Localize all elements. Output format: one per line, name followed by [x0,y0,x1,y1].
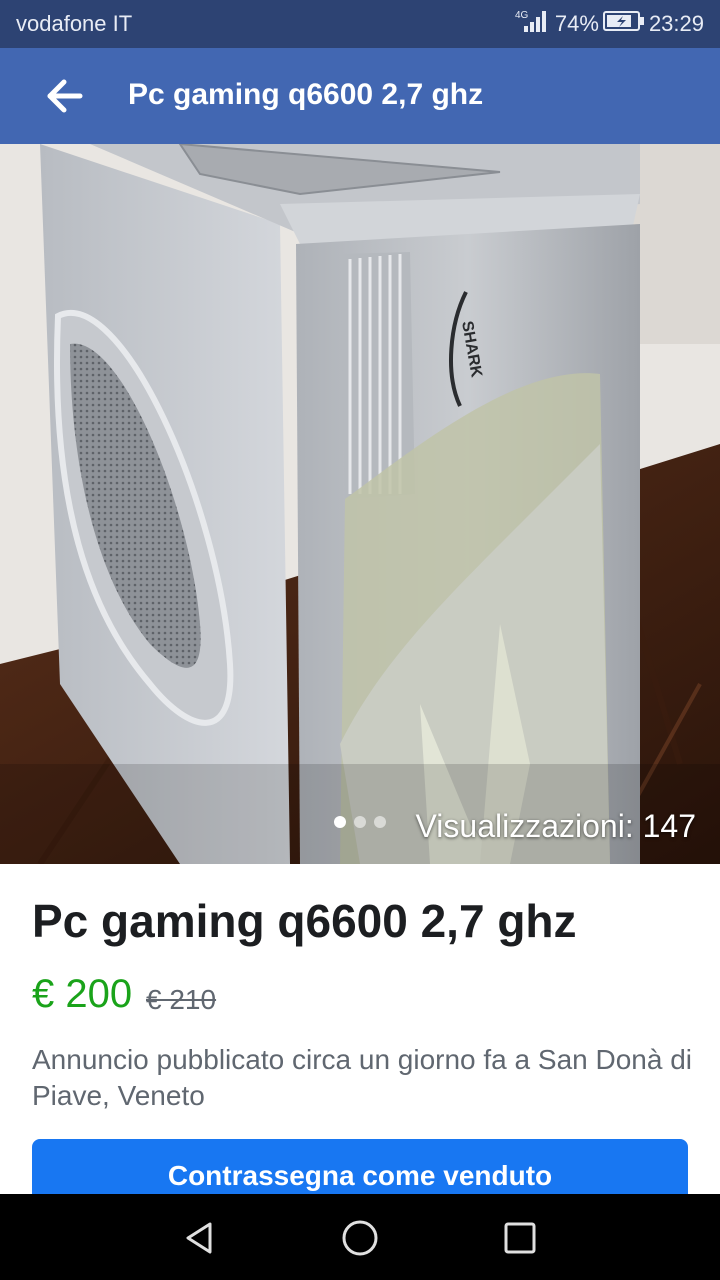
listing-price: € 200 [32,972,133,1016]
status-bar: vodafone IT 4G 74% 23:29 [0,0,720,48]
back-triangle-icon[interactable] [178,1216,222,1260]
listing-details: Pc gaming q6600 2,7 ghz € 200 € 210 Annu… [0,864,720,1219]
system-nav-bar [0,1194,720,1280]
app-bar-title: Pc gaming q6600 2,7 ghz [128,78,484,111]
clock: 23:29 [648,11,704,36]
home-circle-icon[interactable] [338,1216,382,1260]
app-bar: Pc gaming q6600 2,7 ghz [0,48,720,144]
listing-photo[interactable]: SHARK [0,144,720,864]
recents-square-icon[interactable] [498,1216,542,1260]
gallery-pagination[interactable] [334,816,386,828]
gallery-dot[interactable] [354,816,366,828]
gallery-dot[interactable] [334,816,346,828]
listing-posted-info: Annuncio pubblicato circa un giorno fa a… [32,1044,692,1111]
network-type: 4G [515,10,529,21]
listing-title: Pc gaming q6600 2,7 ghz [32,895,577,947]
gallery-dot[interactable] [374,816,386,828]
signal-icon: 4G [515,8,551,40]
battery-percent: 74% [554,11,599,36]
arrow-left-icon[interactable] [40,74,88,118]
view-count: Visualizzazioni: 147 [415,808,696,844]
carrier-name: vodafone IT [16,11,133,36]
computer-case-photo: SHARK [0,144,720,864]
battery-charging-icon [602,10,645,38]
status-indicators: 4G 74% 23:29 [515,10,704,38]
listing-old-price: € 210 [146,984,217,1015]
